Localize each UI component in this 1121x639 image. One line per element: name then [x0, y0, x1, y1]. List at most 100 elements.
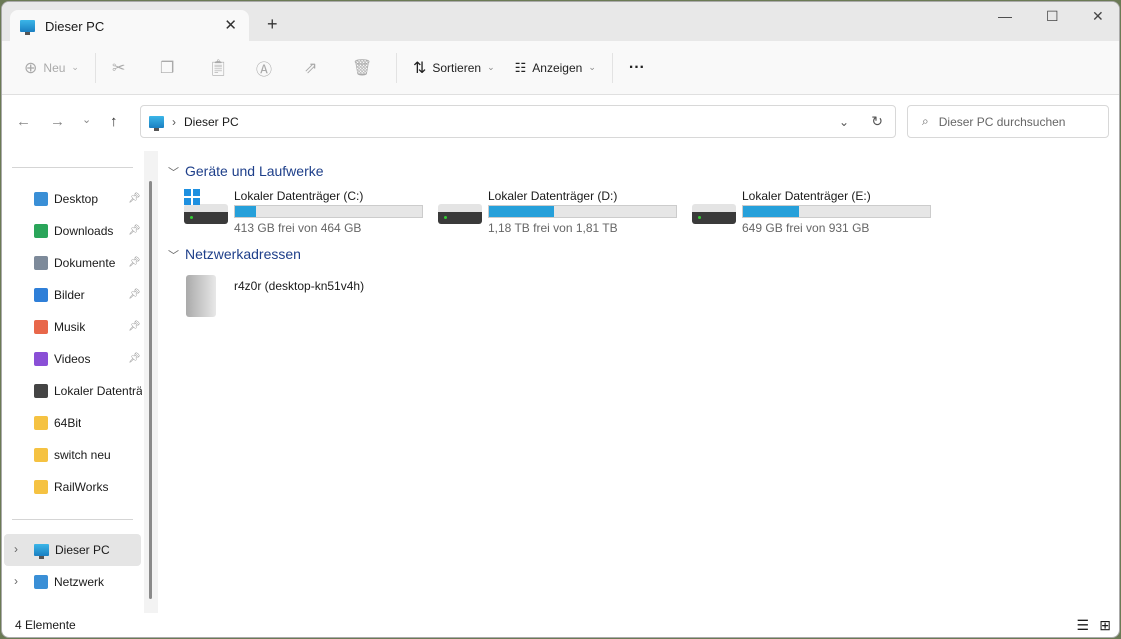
content-area: ﹀ Geräte und Laufwerke Lokaler Datenträge…	[162, 151, 1119, 613]
divider	[94, 52, 96, 83]
delete-button[interactable]: 🗑︎	[342, 50, 390, 86]
more-button[interactable]: ···	[619, 50, 655, 86]
refresh-icon[interactable]: ↻	[871, 113, 883, 130]
chevron-down-icon: ﹀	[168, 167, 179, 179]
share-button[interactable]: ⇗	[294, 50, 342, 86]
sidebar-label: Dieser PC	[55, 543, 110, 557]
sidebar-item-bilder[interactable]: Bilder	[34, 285, 142, 305]
hard-drive-icon	[184, 204, 228, 224]
sidebar-item-lokaler-datenträger[interactable]: Lokaler Datenträger	[34, 381, 142, 401]
sidebar-label: Dokumente	[54, 256, 116, 270]
location-icon	[34, 192, 48, 206]
sidebar-item-musik[interactable]: Musik	[34, 317, 142, 337]
plus-circle-icon: ⊕	[24, 59, 38, 77]
sidebar-scrollbar[interactable]	[144, 151, 158, 613]
sidebar-label: RailWorks	[54, 480, 109, 494]
pin-icon[interactable]: 📌︎	[128, 321, 141, 332]
location-icon	[34, 320, 48, 334]
breadcrumb-dieser-pc[interactable]: Dieser PC	[184, 115, 239, 129]
network-location-item[interactable]: r4z0r (desktop-kn51v4h)	[182, 271, 402, 321]
sort-label: Sortieren	[432, 60, 482, 75]
sidebar-item-videos[interactable]: Videos	[34, 349, 142, 369]
drive-item[interactable]: Lokaler Datenträger (E:) 649 GB frei von …	[692, 189, 942, 235]
drive-item[interactable]: Lokaler Datenträger (C:) 413 GB frei von …	[184, 189, 434, 235]
new-label: Neu	[43, 60, 66, 75]
details-view-button[interactable]: ☰	[1076, 617, 1089, 634]
view-label: Anzeigen	[532, 60, 583, 75]
sidebar-item-64bit[interactable]: 64Bit	[34, 413, 142, 433]
windows-logo-icon	[184, 189, 200, 205]
group-header-drives[interactable]: ﹀ Geräte und Laufwerke	[168, 163, 324, 180]
sidebar-item-netzwerk[interactable]: Netzwerk	[34, 572, 142, 592]
cut-button[interactable]: ✂	[102, 50, 150, 86]
copy-icon: ❐	[159, 59, 175, 77]
sidebar-item-railworks[interactable]: RailWorks	[34, 477, 142, 497]
expand-chevron-icon[interactable]: ›	[14, 542, 18, 556]
pin-icon[interactable]: 📌︎	[128, 289, 141, 300]
paste-button[interactable]: 📋︎	[198, 50, 246, 86]
sidebar-label: 64Bit	[54, 416, 82, 430]
title-bar: Dieser PC ✕ + — ☐ ✕	[2, 2, 1119, 42]
expand-chevron-icon[interactable]: ›	[14, 574, 18, 588]
divider	[395, 52, 397, 83]
drive-free-space: 413 GB frei von 464 GB	[234, 221, 362, 235]
search-icon: ⌕	[922, 114, 929, 128]
scrollbar-thumb[interactable]	[149, 181, 152, 599]
maximize-button[interactable]: ☐	[1046, 8, 1059, 25]
back-button[interactable]: ←	[16, 113, 31, 130]
folder-icon	[34, 480, 48, 494]
folder-icon	[34, 416, 48, 430]
sidebar-item-downloads[interactable]: Downloads	[34, 221, 142, 241]
computer-icon	[20, 20, 35, 35]
drive-usage-bar	[742, 205, 931, 218]
item-count: 4 Elemente	[15, 618, 76, 632]
network-icon	[34, 575, 48, 589]
recent-dropdown[interactable]: ⌄	[82, 113, 91, 126]
tiles-view-button[interactable]: ⊞	[1099, 617, 1111, 634]
pin-icon[interactable]: 📌︎	[128, 353, 141, 364]
network-location-name: r4z0r (desktop-kn51v4h)	[234, 279, 365, 293]
divider	[611, 52, 613, 83]
location-icon	[34, 384, 48, 398]
search-input[interactable]: ⌕ Dieser PC durchsuchen	[907, 105, 1109, 138]
drive-usage-bar	[488, 205, 677, 218]
close-window-button[interactable]: ✕	[1092, 8, 1104, 25]
address-dropdown-icon[interactable]: ⌄	[839, 115, 849, 129]
pin-icon[interactable]: 📌︎	[128, 257, 141, 268]
sidebar-label: switch neu	[54, 448, 111, 462]
drive-usage-fill	[235, 206, 256, 217]
group-header-network[interactable]: ﹀ Netzwerkadressen	[168, 246, 301, 263]
sidebar-item-desktop[interactable]: Desktop	[34, 189, 142, 209]
new-button[interactable]: ⊕ Neu ⌄	[14, 50, 89, 86]
share-icon: ⇗	[303, 59, 318, 77]
tab-dieser-pc[interactable]: Dieser PC ✕	[10, 10, 249, 42]
drive-free-space: 1,18 TB frei von 1,81 TB	[488, 221, 618, 235]
up-button[interactable]: ↑	[110, 113, 118, 130]
close-tab-icon[interactable]: ✕	[224, 16, 237, 34]
sidebar-label: Netzwerk	[54, 575, 105, 589]
new-tab-button[interactable]: +	[267, 14, 278, 35]
location-icon	[34, 256, 48, 270]
minimize-button[interactable]: —	[998, 8, 1012, 24]
clipboard-icon: 📋︎	[207, 59, 229, 77]
drive-usage-bar	[234, 205, 423, 218]
tab-title: Dieser PC	[45, 18, 105, 34]
pin-icon[interactable]: 📌︎	[128, 225, 141, 236]
forward-button[interactable]: →	[50, 113, 65, 130]
pin-icon[interactable]: 📌︎	[128, 193, 141, 204]
rename-button[interactable]: Ⓐ	[246, 50, 294, 86]
copy-button[interactable]: ❐	[150, 50, 198, 86]
search-placeholder: Dieser PC durchsuchen	[938, 114, 1066, 129]
sort-button[interactable]: ⇅ Sortieren ⌄	[403, 50, 505, 86]
view-button[interactable]: ☷ Anzeigen ⌄	[505, 50, 606, 86]
file-explorer-window: Dieser PC ✕ + — ☐ ✕ ⊕ Neu ⌄ ✂ ❐ 📋︎ Ⓐ ⇗ 🗑︎ …	[1, 1, 1120, 638]
view-icon: ☷	[514, 59, 527, 75]
media-server-icon	[186, 275, 216, 317]
sidebar-label: Lokaler Datenträger	[54, 384, 142, 398]
address-bar[interactable]: › Dieser PC ⌄ ↻	[140, 105, 896, 138]
sidebar-item-switch-neu[interactable]: switch neu	[34, 445, 142, 465]
sidebar-item-dokumente[interactable]: Dokumente	[34, 253, 142, 273]
status-bar: 4 Elemente ☰ ⊞	[2, 613, 1119, 637]
drive-item[interactable]: Lokaler Datenträger (D:) 1,18 TB frei von…	[438, 189, 688, 235]
location-icon	[34, 352, 48, 366]
